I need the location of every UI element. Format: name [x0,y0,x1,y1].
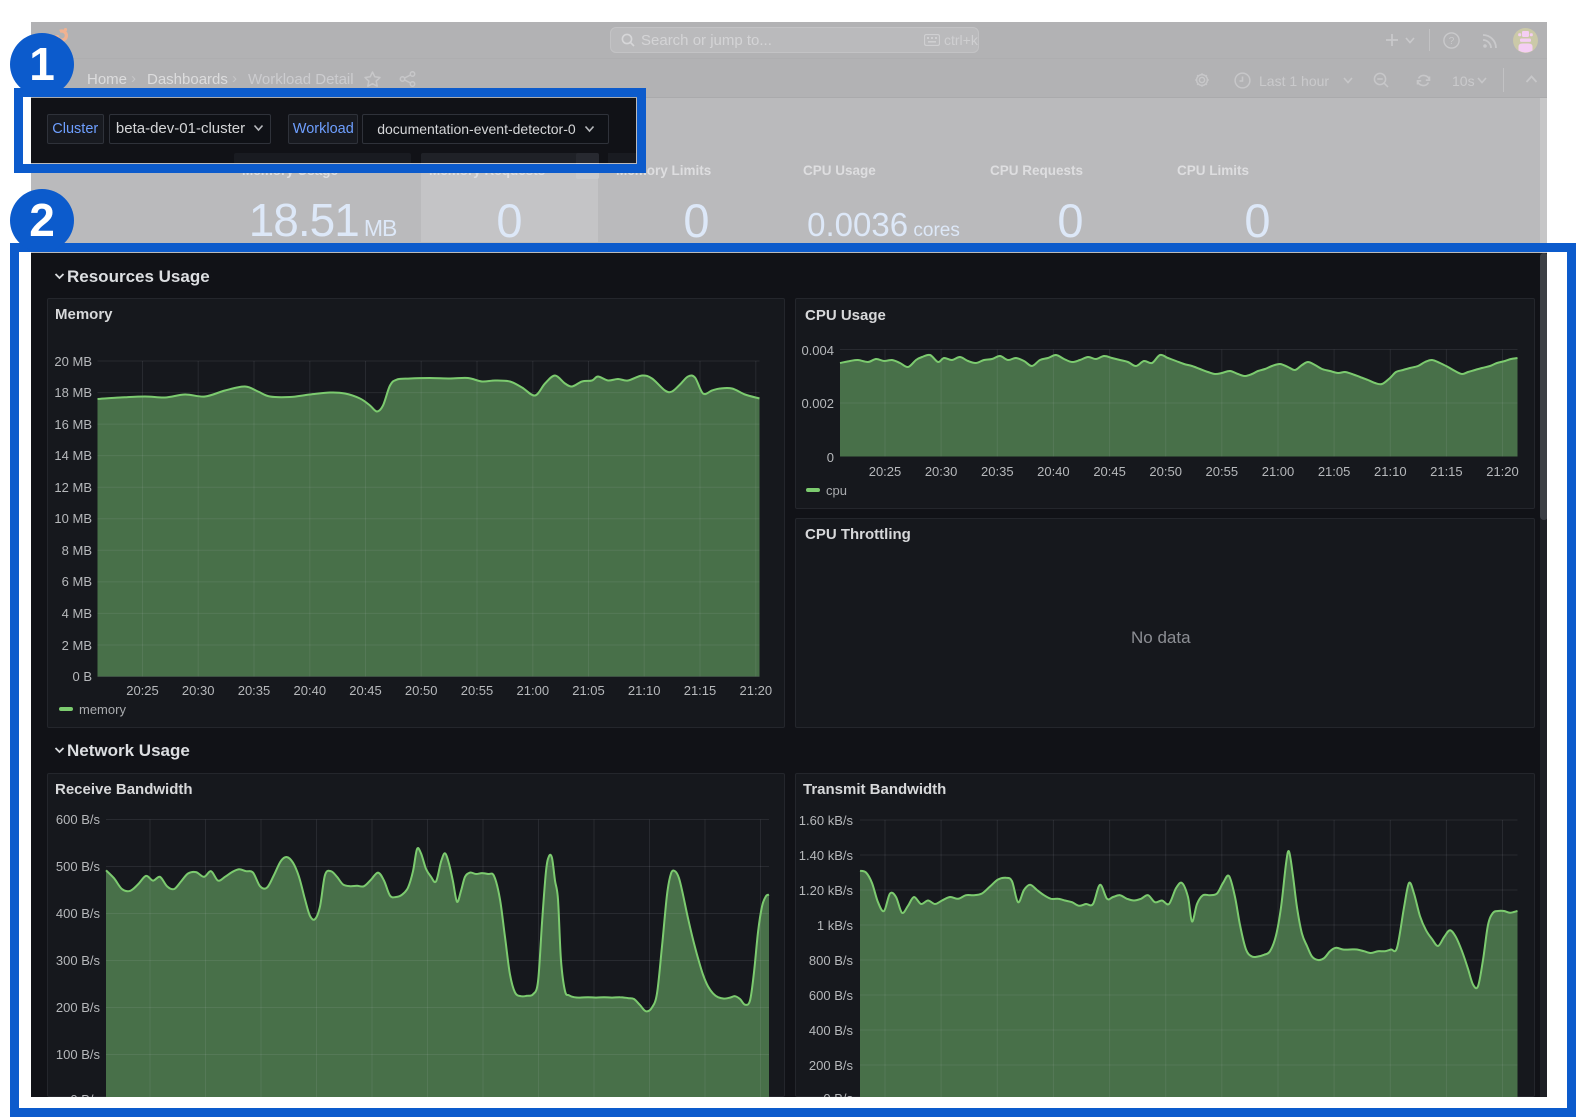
svg-text:?: ? [1449,36,1455,47]
